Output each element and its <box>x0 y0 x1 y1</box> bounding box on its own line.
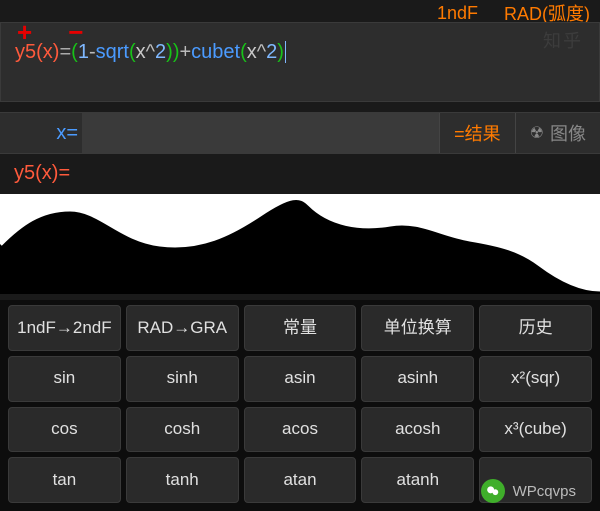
caret-icon: ​ <box>285 41 286 63</box>
key-unit-convert[interactable]: 单位换算 <box>361 305 474 351</box>
key-atanh[interactable]: atanh <box>361 457 474 503</box>
calculator-screen: 1ndF RAD(弧度) + − 知乎 y5(x)=(1-sqrt(x^2))+… <box>0 0 600 511</box>
x-input-row: x= =结果 ☢ 图像 <box>0 112 600 154</box>
plot-image-button[interactable]: ☢ 图像 <box>515 113 600 153</box>
graph-curve <box>0 194 600 294</box>
graph-area[interactable] <box>0 194 600 294</box>
watermark-text: 知乎 <box>543 27 583 53</box>
key-constants[interactable]: 常量 <box>244 305 357 351</box>
key-square[interactable]: x²(sqr) <box>479 356 592 402</box>
key-asin[interactable]: asin <box>244 356 357 402</box>
key-atan[interactable]: atan <box>244 457 357 503</box>
key-cube[interactable]: x³(cube) <box>479 407 592 453</box>
x-label: x= <box>0 113 82 153</box>
key-acosh[interactable]: acosh <box>361 407 474 453</box>
compute-result-button[interactable]: =结果 <box>439 113 515 153</box>
key-acos[interactable]: acos <box>244 407 357 453</box>
formula-expression: y5(x)=(1-sqrt(x^2))+cubet(x^2)​ <box>15 41 286 64</box>
function-name: y5(x) <box>15 41 59 63</box>
radiation-icon: ☢ <box>530 123 544 143</box>
key-asinh[interactable]: asinh <box>361 356 474 402</box>
key-cosh[interactable]: cosh <box>126 407 239 453</box>
key-tanh[interactable]: tanh <box>126 457 239 503</box>
key-blank[interactable] <box>479 457 592 503</box>
function-keypad: 1ndF→2ndF RAD→GRA 常量 单位换算 历史 sin sinh as… <box>0 300 600 511</box>
key-cos[interactable]: cos <box>8 407 121 453</box>
shift-mode-indicator: 1ndF <box>437 3 478 24</box>
key-shift-toggle[interactable]: 1ndF→2ndF <box>8 305 121 351</box>
result-label: y5(x)= <box>14 162 70 185</box>
formula-editor[interactable]: + − 知乎 y5(x)=(1-sqrt(x^2))+cubet(x^2)​ <box>0 22 600 102</box>
result-row: y5(x)= <box>0 156 600 190</box>
key-sin[interactable]: sin <box>8 356 121 402</box>
key-sinh[interactable]: sinh <box>126 356 239 402</box>
key-angle-toggle[interactable]: RAD→GRA <box>126 305 239 351</box>
key-history[interactable]: 历史 <box>479 305 592 351</box>
x-input-field[interactable] <box>82 113 439 153</box>
key-tan[interactable]: tan <box>8 457 121 503</box>
